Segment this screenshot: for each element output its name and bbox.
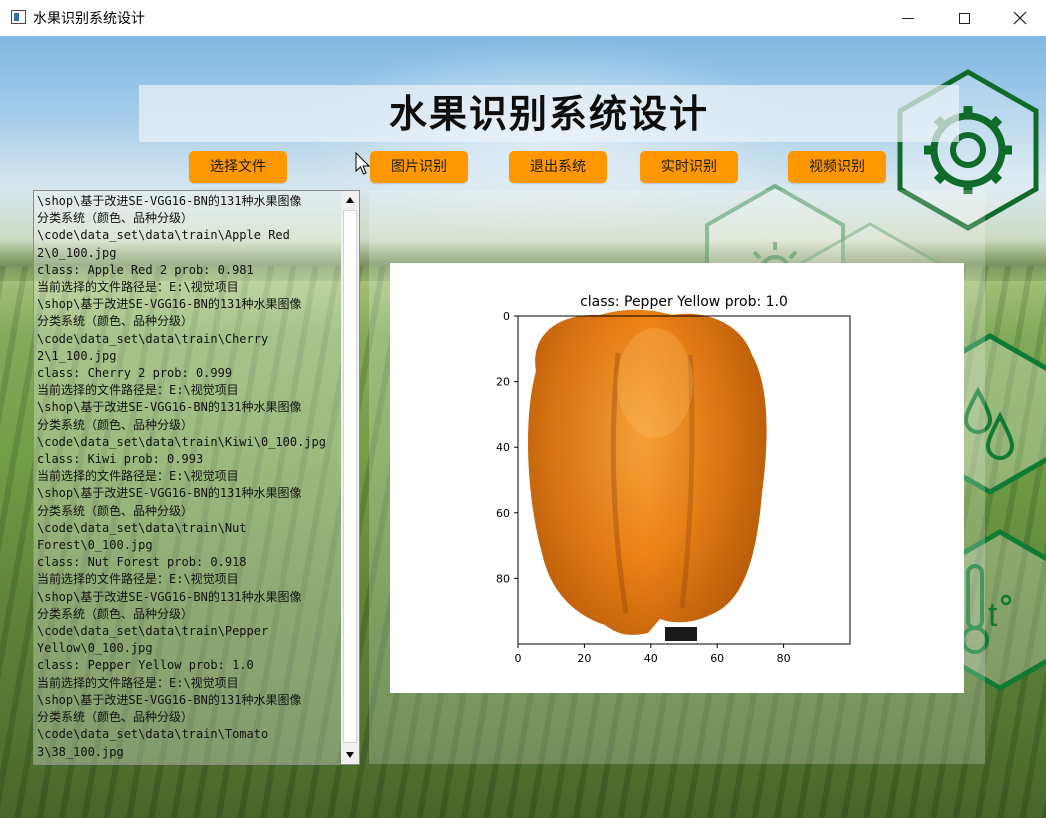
app-window: 水果识别系统设计 t 水果识别系统设计 选择文件 图片识别 退出系统 实时识别 …	[0, 0, 1046, 818]
minimize-button[interactable]	[880, 0, 936, 36]
title-bar: 水果识别系统设计	[0, 0, 1046, 36]
scroll-thumb[interactable]	[343, 210, 357, 743]
log-line: 分类系统（颜色、品种分级）	[37, 710, 194, 725]
log-line: \code\data_set\data\train\Tomato	[37, 727, 269, 742]
x-tick-label: 20	[577, 652, 591, 665]
close-icon	[1013, 11, 1027, 25]
y-tick-label: 60	[496, 507, 510, 520]
log-line: class: Cherry 2 prob: 0.999	[37, 366, 233, 381]
log-line: 当前选择的文件路径是：E:\视觉项目	[37, 469, 239, 484]
maximize-icon	[958, 12, 970, 24]
main-area: t 水果识别系统设计 选择文件 图片识别 退出系统 实时识别 视频识别 \sho…	[0, 36, 1046, 818]
x-tick-label: 40	[644, 652, 658, 665]
x-axis-ticks: 0 20 40 60 80	[515, 644, 791, 665]
log-text-area[interactable]: \shop\基于改进SE-VGG16-BN的131种水果图像 分类系统（颜色、品种…	[37, 193, 341, 762]
log-line: 分类系统（颜色、品种分级）	[37, 606, 194, 621]
log-line: 3\38_100.jpg	[37, 744, 124, 759]
window-title: 水果识别系统设计	[33, 11, 145, 27]
log-line: 分类系统（颜色、品种分级）	[37, 503, 194, 518]
log-line: class: Kiwi prob: 0.993	[37, 452, 204, 467]
log-scrollbar[interactable]	[341, 191, 359, 764]
realtime-recognition-button[interactable]: 实时识别	[640, 151, 738, 183]
log-line: 2\1_100.jpg	[37, 348, 117, 363]
minimize-icon	[902, 17, 914, 19]
log-line: \shop\基于改进SE-VGG16-BN的131种水果图像	[37, 692, 302, 707]
log-line: \code\data_set\data\train\Nut	[37, 520, 247, 535]
log-line: \shop\基于改进SE-VGG16-BN的131种水果图像	[37, 589, 302, 604]
log-line: \shop\基于改进SE-VGG16-BN的131种水果图像	[37, 194, 302, 208]
log-line: 当前选择的文件路径是：E:\视觉项目	[37, 675, 239, 690]
page-title: 水果识别系统设计	[388, 92, 709, 136]
log-line: \code\data_set\data\train\Cherry	[37, 331, 269, 346]
log-line: \shop\基于改进SE-VGG16-BN的131种水果图像	[37, 400, 302, 415]
video-recognition-button[interactable]: 视频识别	[788, 151, 886, 183]
log-line: Yellow\0_100.jpg	[37, 641, 153, 656]
log-line: 当前选择的文件路径是：E:\视觉项目	[37, 383, 239, 398]
log-line: 当前选择的文件路径是：E:\视觉项目	[37, 280, 239, 295]
y-tick-label: 20	[496, 376, 510, 389]
x-tick-label: 60	[710, 652, 724, 665]
log-line: 2\0_100.jpg	[37, 245, 117, 260]
app-icon	[11, 10, 26, 24]
log-line: 分类系统（颜色、品种分级）	[37, 417, 194, 432]
log-line: \code\data_set\data\train\Kiwi\0_100.jpg	[37, 434, 326, 449]
scroll-down-arrow-icon	[346, 752, 354, 758]
log-line: \shop\基于改进SE-VGG16-BN的131种水果图像	[37, 486, 302, 501]
y-tick-label: 40	[496, 441, 510, 454]
mouse-cursor-icon	[355, 152, 371, 175]
log-line: class: Pepper Yellow prob: 1.0	[37, 658, 254, 673]
log-line: class: Apple Red 2 prob: 0.981	[37, 262, 254, 277]
y-tick-label: 0	[503, 310, 510, 323]
scroll-down-button[interactable]	[341, 746, 359, 764]
log-textbox[interactable]: \shop\基于改进SE-VGG16-BN的131种水果图像 分类系统（颜色、品种…	[33, 190, 360, 765]
log-line: 分类系统（颜色、品种分级）	[37, 314, 194, 329]
image-recognition-button[interactable]: 图片识别	[370, 151, 468, 183]
log-line: Forest\0_100.jpg	[37, 538, 153, 553]
log-line: \code\data_set\data\train\Apple Red	[37, 228, 290, 243]
scroll-up-button[interactable]	[341, 191, 359, 209]
close-button[interactable]	[992, 0, 1046, 36]
scroll-up-arrow-icon	[346, 197, 354, 203]
plot-title: class: Pepper Yellow prob: 1.0	[580, 294, 788, 310]
log-line: \shop\基于改进SE-VGG16-BN的131种水果图像	[37, 297, 302, 312]
result-plot: class: Pepper Yellow prob: 1.0 0 20 40 60 80…	[390, 263, 964, 693]
y-axis-ticks: 0 20 40 60 80	[496, 310, 518, 585]
exit-system-button[interactable]: 退出系统	[509, 151, 607, 183]
maximize-button[interactable]	[936, 0, 992, 36]
log-line: 当前选择的文件路径是：E:\视觉项目	[37, 572, 239, 587]
x-tick-label: 80	[777, 652, 791, 665]
result-plot-svg: class: Pepper Yellow prob: 1.0 0 20 40 60 80…	[496, 294, 851, 665]
header-banner: 水果识别系统设计	[139, 85, 959, 142]
select-file-button[interactable]: 选择文件	[189, 151, 287, 183]
pepper-image	[528, 309, 767, 641]
log-line: 分类系统（颜色、品种分级）	[37, 211, 194, 226]
y-tick-label: 80	[496, 572, 510, 585]
x-tick-label: 0	[515, 652, 522, 665]
log-line: class: Nut Forest prob: 0.918	[37, 555, 247, 570]
log-line: \code\data_set\data\train\Pepper	[37, 624, 269, 639]
svg-text:t: t	[988, 596, 998, 634]
